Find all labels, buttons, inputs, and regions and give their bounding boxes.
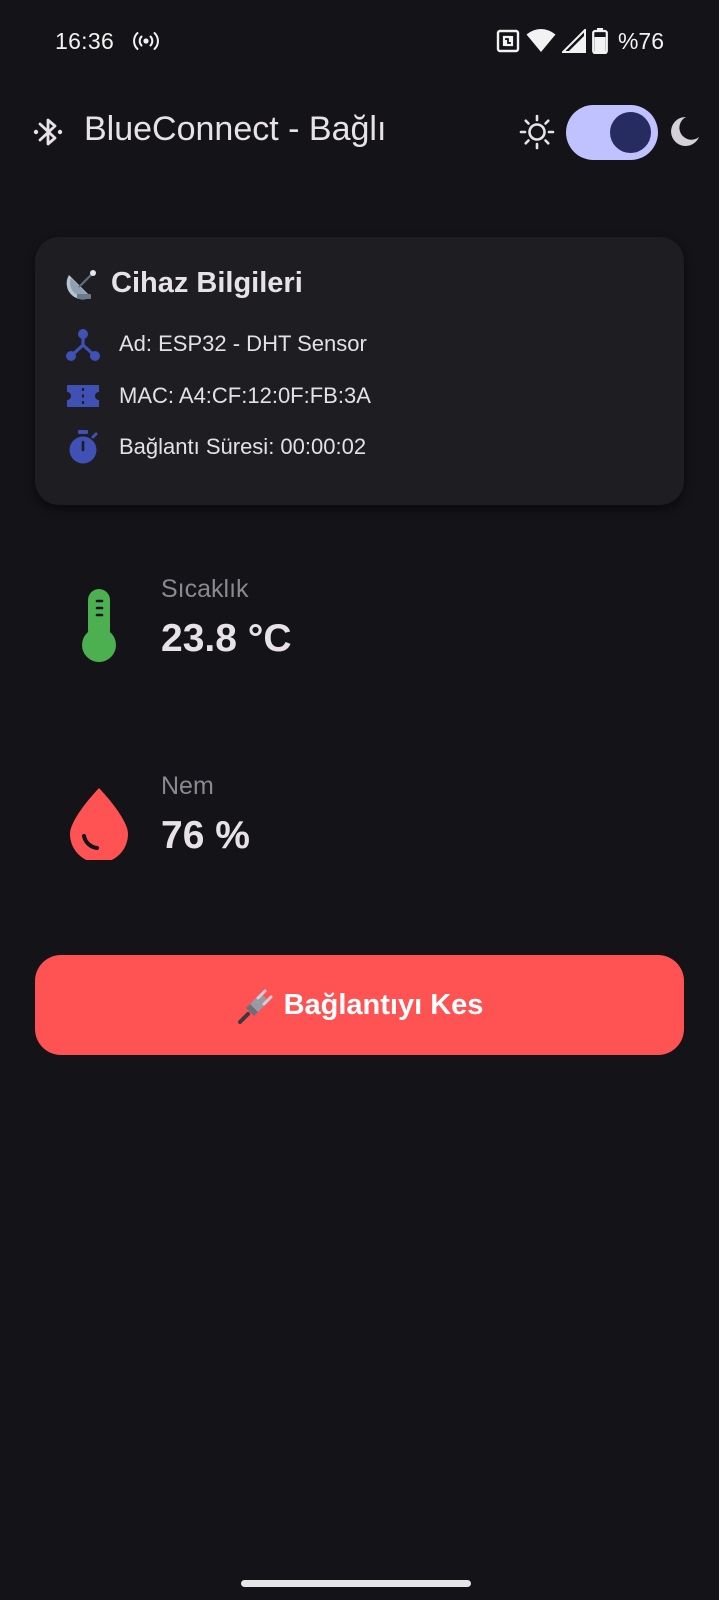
switch-thumb <box>610 112 651 153</box>
card-title: Cihaz Bilgileri <box>65 265 303 301</box>
humidity-label: Nem <box>161 772 214 800</box>
humidity-value: 76 % <box>161 814 250 857</box>
mac-ticket-icon <box>67 385 99 407</box>
water-drop-icon <box>70 788 128 860</box>
humidity-sensor: Nem 76 % <box>0 762 719 882</box>
duration-text: Bağlantı Süresi: 00:00:02 <box>119 434 367 459</box>
device-name-text: Ad: ESP32 - DHT Sensor <box>119 331 367 356</box>
temperature-sensor: Sıcaklık 23.8 °C <box>0 565 719 685</box>
device-name-row: Ad: ESP32 - DHT Sensor <box>65 324 367 364</box>
timer-icon <box>69 430 98 464</box>
status-bar: 16:36 %76 <box>0 0 719 84</box>
electric-plug-icon <box>237 989 273 1024</box>
status-time: 16:36 <box>55 28 115 54</box>
mac-row: MAC: A4:CF:12:0F:FB:3A <box>65 376 371 416</box>
navigation-handle[interactable] <box>241 1580 471 1587</box>
nfc-icon <box>496 29 520 53</box>
app-bar: BlueConnect - Bağlı <box>0 90 719 174</box>
app-title: BlueConnect - Bağlı <box>84 110 387 148</box>
hotspot-icon <box>133 32 159 50</box>
theme-toggle-switch[interactable] <box>566 105 658 160</box>
duration-row: Bağlantı Süresi: 00:00:02 <box>65 427 366 467</box>
battery-percent: %76 <box>617 27 664 54</box>
status-icons: %76 <box>496 26 664 56</box>
device-info-card: Cihaz Bilgileri Ad: ESP32 - DHT Sensor M… <box>35 237 684 505</box>
wifi-icon <box>526 29 556 52</box>
thermometer-icon <box>82 589 116 662</box>
sun-icon[interactable] <box>519 114 555 150</box>
disconnect-button[interactable]: Bağlantıyı Kes <box>35 955 684 1055</box>
satellite-antenna-icon <box>66 270 96 300</box>
temperature-value: 23.8 °C <box>161 617 292 660</box>
battery-icon <box>592 28 608 54</box>
mac-text: MAC: A4:CF:12:0F:FB:3A <box>119 383 371 408</box>
disconnect-label: Bağlantıyı Kes <box>283 988 484 1021</box>
device-hub-icon <box>66 329 100 361</box>
moon-icon[interactable] <box>666 114 702 150</box>
temperature-label: Sıcaklık <box>161 575 249 603</box>
card-title-text: Cihaz Bilgileri <box>111 266 303 299</box>
cell-signal-icon <box>561 29 586 53</box>
bluetooth-icon <box>33 118 63 146</box>
